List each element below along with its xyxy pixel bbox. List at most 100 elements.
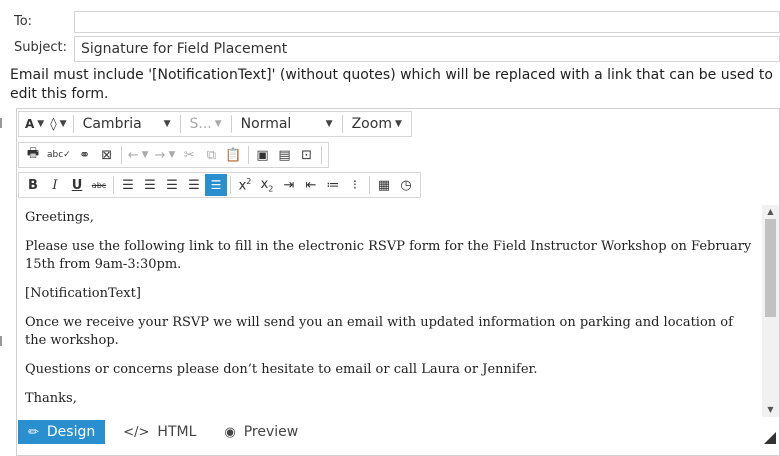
justify-none-icon: ☰ — [210, 178, 222, 192]
chevron-down-icon: ▼ — [163, 119, 171, 129]
undo-icon: ← — [127, 147, 139, 163]
align-center-icon: ☰ — [144, 177, 156, 193]
paragraph: [NotificationText] — [25, 286, 141, 301]
numbered-list-icon: ≔ — [326, 177, 340, 193]
pencil-icon: ✏ — [28, 424, 39, 440]
justify-icon: ☰ — [188, 177, 200, 193]
outdent-icon: ⇤ — [305, 177, 317, 193]
paragraph-format-dropdown[interactable]: Normal ▼ — [235, 113, 339, 135]
superscript-button[interactable]: x2 — [234, 174, 256, 196]
tab-preview-label: Preview — [243, 424, 299, 440]
toolbar-row-1: A ▼ ◊ ▼ Cambria ▼ S... ▼ Normal ▼ Zoom ▼ — [18, 110, 412, 138]
select-all-icon: ⊠ — [101, 147, 113, 163]
subscript-icon: x2 — [260, 176, 274, 194]
paste-word-button[interactable]: ▣ — [252, 144, 274, 166]
copy-icon: ⧉ — [206, 147, 217, 163]
bulleted-list-button[interactable]: ⁝ — [344, 174, 366, 196]
toolbar-divider — [369, 176, 370, 194]
justify-button[interactable]: ☰ — [183, 174, 205, 196]
editor-content[interactable]: Greetings, Please use the following link… — [19, 205, 761, 417]
italic-icon: I — [52, 177, 58, 193]
undo-button[interactable]: ← ▼ — [125, 144, 152, 166]
bulleted-list-icon: ⁝ — [352, 177, 358, 193]
zoom-dropdown[interactable]: Zoom ▼ — [346, 113, 408, 135]
font-name-dropdown[interactable]: Cambria ▼ — [77, 113, 177, 135]
toolbar-divider — [113, 176, 114, 194]
indent-button[interactable]: ⇥ — [278, 174, 300, 196]
align-left-icon: ☰ — [122, 177, 134, 193]
cut-button[interactable]: ✂ — [178, 144, 200, 166]
subscript-button[interactable]: x2 — [256, 174, 278, 196]
italic-button[interactable]: I — [44, 174, 66, 196]
copy-button[interactable]: ⧉ — [200, 144, 222, 166]
to-input[interactable] — [74, 11, 780, 33]
align-center-button[interactable]: ☰ — [139, 174, 161, 196]
mode-bar: ✏ Design </> HTML ◉ Preview — [18, 420, 778, 444]
editor-scrollbar[interactable]: ▲ ▼ — [762, 205, 779, 417]
top-cutoff-strip — [0, 0, 780, 6]
spellcheck-button[interactable]: abc✓ — [44, 144, 74, 166]
highlight-color-button[interactable]: ◊ ▼ — [47, 113, 69, 135]
left-edge-mark — [0, 336, 2, 346]
clipboard-icon: 📋 — [225, 147, 242, 163]
underline-button[interactable]: U — [66, 174, 88, 196]
redo-button[interactable]: → ▼ — [152, 144, 179, 166]
format-group: A ▼ ◊ ▼ Cambria ▼ S... ▼ Normal ▼ Zoom ▼ — [18, 111, 412, 137]
paste-html-icon: ⊡ — [301, 147, 313, 163]
tab-design-label: Design — [46, 424, 96, 440]
toolbar-divider — [179, 115, 181, 133]
select-all-button[interactable]: ⊠ — [96, 144, 118, 166]
zoom-value: Zoom — [351, 116, 392, 132]
insert-date-button[interactable]: ▦ — [373, 174, 395, 196]
font-size-dropdown[interactable]: S... ▼ — [184, 113, 228, 135]
redo-icon: → — [154, 147, 166, 163]
paragraph: Questions or concerns please don’t hesit… — [25, 362, 538, 377]
toolbar-divider — [320, 146, 322, 164]
justify-none-button[interactable]: ☰ — [205, 174, 227, 196]
align-right-button[interactable]: ☰ — [161, 174, 183, 196]
text-style-group: B I U abc ☰ ☰ ☰ ☰ ☰ x2 x2 ⇥ ⇤ ≔ ⁝ ▦ ◷ — [18, 172, 421, 198]
font-color-button[interactable]: A ▼ — [22, 113, 47, 135]
find-replace-button[interactable]: ⚭ — [74, 144, 96, 166]
insert-time-button[interactable]: ◷ — [395, 174, 417, 196]
paragraph: Greetings, — [25, 210, 94, 225]
tab-design[interactable]: ✏ Design — [18, 420, 106, 444]
indent-icon: ⇥ — [283, 177, 295, 193]
font-color-icon: A — [25, 117, 35, 131]
outdent-button[interactable]: ⇤ — [300, 174, 322, 196]
chevron-down-icon: ▼ — [394, 119, 402, 129]
scissors-icon: ✂ — [183, 147, 195, 163]
print-icon: 🖶 — [26, 146, 40, 161]
instructions-text: Email must include '[NotificationText]' … — [10, 67, 773, 102]
paste-text-icon: ▤ — [278, 147, 291, 163]
numbered-list-button[interactable]: ≔ — [322, 174, 344, 196]
spellcheck-icon: abc✓ — [47, 150, 71, 160]
to-label: To: — [14, 14, 33, 29]
eye-icon: ◉ — [224, 424, 236, 440]
tab-preview[interactable]: ◉ Preview — [214, 420, 308, 444]
chevron-down-icon: ▼ — [37, 119, 45, 129]
strikethrough-button[interactable]: abc — [88, 174, 110, 196]
tab-html[interactable]: </> HTML — [113, 420, 206, 444]
print-button[interactable]: 🖶 — [22, 144, 44, 166]
scrollbar-thumb[interactable] — [765, 219, 776, 317]
code-icon: </> — [123, 424, 150, 440]
paste-plain-button[interactable]: ▤ — [274, 144, 296, 166]
binoculars-icon: ⚭ — [79, 147, 91, 163]
scroll-down-icon[interactable]: ▼ — [762, 403, 779, 417]
resize-grip-icon[interactable] — [764, 432, 776, 444]
bold-button[interactable]: B — [22, 174, 44, 196]
chevron-down-icon: ▼ — [325, 119, 333, 129]
paste-button[interactable]: 📋 — [222, 144, 244, 166]
paste-html-button[interactable]: ⊡ — [296, 144, 318, 166]
scroll-up-icon[interactable]: ▲ — [762, 205, 779, 219]
toolbar-row-3: B I U abc ☰ ☰ ☰ ☰ ☰ x2 x2 ⇥ ⇤ ≔ ⁝ ▦ ◷ — [18, 171, 421, 199]
drop-icon: ◊ — [50, 116, 57, 132]
paragraph: Once we receive your RSVP we will send y… — [25, 315, 733, 348]
chevron-down-icon: ▼ — [59, 119, 67, 129]
chevron-down-icon: ▼ — [168, 150, 176, 160]
align-left-button[interactable]: ☰ — [117, 174, 139, 196]
subject-input[interactable]: Signature for Field Placement — [74, 36, 780, 62]
toolbar-divider — [120, 146, 122, 164]
left-edge-mark — [0, 118, 2, 128]
